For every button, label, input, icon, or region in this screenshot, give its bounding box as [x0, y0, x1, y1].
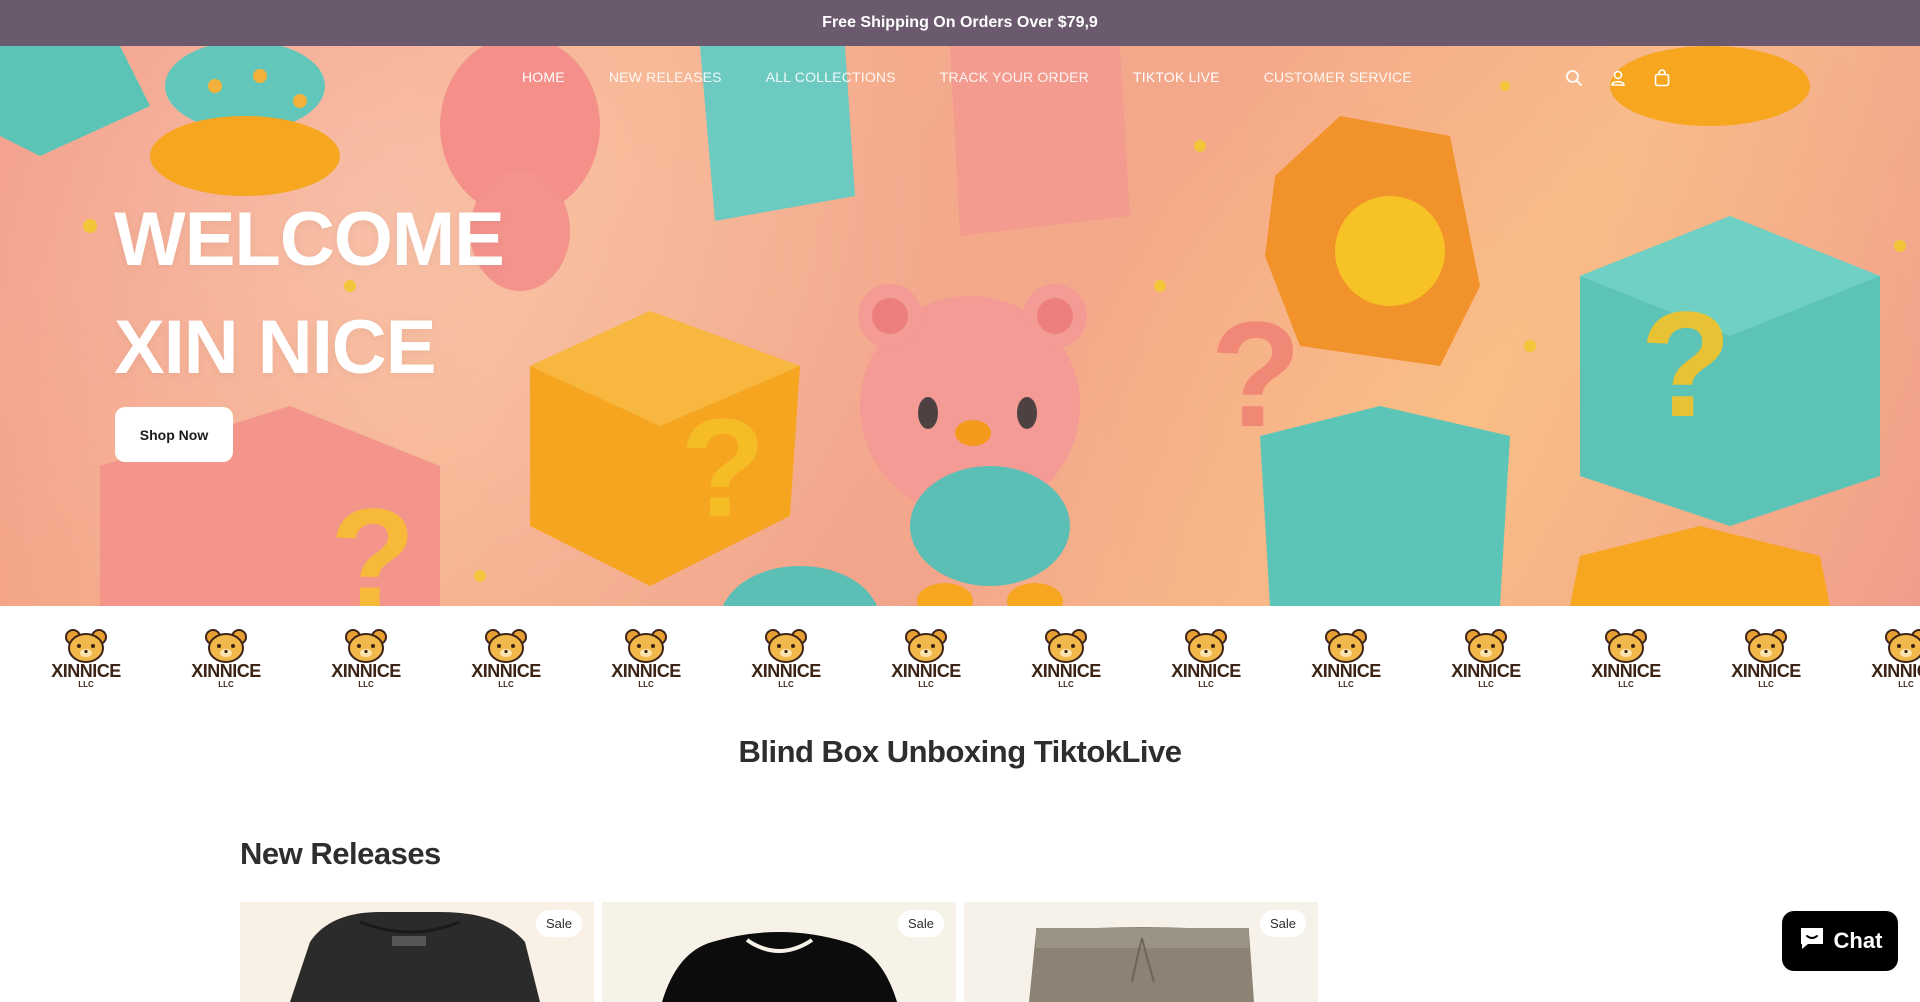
bear-logo-icon: [1185, 628, 1227, 663]
nav-icons: [1564, 68, 1672, 88]
bear-logo-icon: [625, 628, 667, 663]
nav-item-customer-service[interactable]: CUSTOMER SERVICE: [1264, 69, 1412, 85]
bear-logo-icon: [1325, 628, 1367, 663]
brand-logo: XINNICELLC: [576, 628, 716, 689]
chat-button[interactable]: Chat: [1782, 911, 1898, 971]
hero-heading: WELCOME XIN NICE: [114, 186, 505, 402]
brand-sub: LLC: [358, 679, 374, 689]
bear-logo-icon: [205, 628, 247, 663]
brand-sub: LLC: [1198, 679, 1214, 689]
brand-logo: XINNICELLC: [1136, 628, 1276, 689]
brand-logo: XINNICELLC: [716, 628, 856, 689]
bear-logo-icon: [765, 628, 807, 663]
bear-logo-icon: [905, 628, 947, 663]
brand-name: XINNICE: [331, 660, 401, 681]
nav-item-track-your-order[interactable]: TRACK YOUR ORDER: [940, 69, 1089, 85]
nav-item-all-collections[interactable]: ALL COLLECTIONS: [766, 69, 896, 85]
brand-name: XINNICE: [51, 660, 121, 681]
brand-name: XINNICE: [751, 660, 821, 681]
chat-bubble-icon: [1798, 925, 1826, 957]
brand-sub: LLC: [1478, 679, 1494, 689]
brand-logo: XINNICELLC: [856, 628, 996, 689]
sale-badge: Sale: [1259, 910, 1306, 937]
bear-logo-icon: [65, 628, 107, 663]
brand-sub: LLC: [1898, 679, 1914, 689]
announcement-text: Free Shipping On Orders Over $79,9: [822, 14, 1098, 31]
bear-logo-icon: [345, 628, 387, 663]
brand-sub: LLC: [218, 679, 234, 689]
brand-sub: LLC: [78, 679, 94, 689]
bear-logo-icon: [1465, 628, 1507, 663]
brand-logo: XINNICELLC: [16, 628, 156, 689]
nav-item-tiktok-live[interactable]: TIKTOK LIVE: [1133, 69, 1220, 85]
announcement-bar: Free Shipping On Orders Over $79,9: [0, 0, 1920, 46]
tiktok-section-title: Blind Box Unboxing TiktokLive: [738, 734, 1182, 769]
brand-logo: XINNICELLC: [996, 628, 1136, 689]
new-releases-title: New Releases: [240, 836, 441, 871]
bear-logo-icon: [1605, 628, 1647, 663]
brand-logo: XINNICELLC: [1836, 628, 1920, 689]
sale-badge: Sale: [897, 910, 944, 937]
search-icon[interactable]: [1564, 68, 1584, 88]
bear-logo-icon: [1885, 628, 1920, 663]
main-nav: HOME NEW RELEASES ALL COLLECTIONS TRACK …: [0, 46, 1920, 110]
brand-logo: XINNICELLC: [1276, 628, 1416, 689]
svg-text:?: ?: [680, 389, 766, 546]
brand-sub: LLC: [1338, 679, 1354, 689]
account-icon[interactable]: [1608, 68, 1628, 88]
brand-sub: LLC: [778, 679, 794, 689]
brand-name: XINNICE: [1591, 660, 1661, 681]
brand-sub: LLC: [638, 679, 654, 689]
shop-now-button[interactable]: Shop Now: [115, 407, 233, 462]
brand-name: XINNICE: [611, 660, 681, 681]
bear-logo-icon: [1745, 628, 1787, 663]
logo-marquee: XINNICE LLC XINNICE LLC XINNICE LLC XINNICE LLC…: [0, 606, 1920, 710]
brand-name: XINNICE: [891, 660, 961, 681]
brand-sub: LLC: [1058, 679, 1074, 689]
hero-line-2: XIN NICE: [114, 305, 436, 390]
brand-name: XINNICE: [1871, 660, 1920, 681]
product-grid: Sale Sale Sale: [240, 902, 1318, 1002]
brand-name: XINNICE: [191, 660, 261, 681]
nav-links: HOME NEW RELEASES ALL COLLECTIONS TRACK …: [522, 69, 1412, 85]
brand-logo: XINNICELLC: [436, 628, 576, 689]
hero-banner: ? ? ? ? HOME NEW RELEASES ALL COLLECTION…: [0, 46, 1920, 606]
cart-icon[interactable]: [1652, 68, 1672, 88]
svg-text:?: ?: [330, 479, 416, 606]
nav-item-new-releases[interactable]: NEW RELEASES: [609, 69, 722, 85]
brand-name: XINNICE: [1731, 660, 1801, 681]
brand-name: XINNICE: [1171, 660, 1241, 681]
brand-sub: LLC: [1758, 679, 1774, 689]
sale-badge: Sale: [535, 910, 582, 937]
product-card[interactable]: Sale: [602, 902, 956, 1002]
brand-logo: XINNICELLC: [1416, 628, 1556, 689]
brand-logo: XINNICELLC: [1696, 628, 1836, 689]
nav-item-home[interactable]: HOME: [522, 69, 565, 85]
hero-line-1: WELCOME: [114, 197, 505, 282]
brand-name: XINNICE: [1311, 660, 1381, 681]
brand-sub: LLC: [1618, 679, 1634, 689]
bear-logo-icon: [1045, 628, 1087, 663]
brand-name: XINNICE: [1031, 660, 1101, 681]
brand-logo: XINNICELLC: [1556, 628, 1696, 689]
brand-sub: LLC: [918, 679, 934, 689]
product-card[interactable]: Sale: [240, 902, 594, 1002]
brand-logo: XINNICELLC: [156, 628, 296, 689]
brand-name: XINNICE: [471, 660, 541, 681]
brand-sub: LLC: [498, 679, 514, 689]
brand-name: XINNICE: [1451, 660, 1521, 681]
svg-text:?: ?: [1210, 290, 1302, 458]
brand-logo: XINNICELLC: [296, 628, 436, 689]
svg-text:?: ?: [1640, 280, 1732, 448]
product-card[interactable]: Sale: [964, 902, 1318, 1002]
bear-logo-icon: [485, 628, 527, 663]
chat-label: Chat: [1833, 928, 1883, 953]
